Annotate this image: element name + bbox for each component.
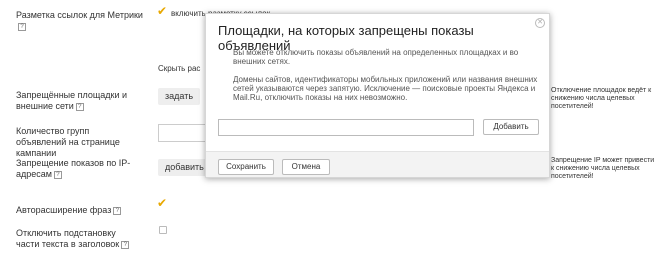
autoexpand-checkmark-icon[interactable]: ✔ xyxy=(157,197,167,209)
hide-link[interactable]: Скрыть рас xyxy=(158,64,200,73)
close-icon[interactable]: ✕ xyxy=(535,18,545,28)
help-icon[interactable]: ? xyxy=(121,240,130,249)
help-icon[interactable]: ? xyxy=(53,170,62,179)
add-ip-button[interactable]: добавить xyxy=(158,159,211,176)
help-icon[interactable]: ? xyxy=(18,22,26,31)
dialog-footer: Сохранить Отмена xyxy=(206,151,549,177)
cancel-button[interactable]: Отмена xyxy=(282,159,330,175)
blocked-platforms-dialog: Площадки, на которых запрещены показы об… xyxy=(205,13,550,178)
groups-count-input[interactable] xyxy=(158,124,208,142)
row-label-platforms: Запрещённые площадки и внешние сети? xyxy=(16,90,128,111)
row-label-ip: Запрещение показов по IP-адресам? xyxy=(16,158,131,179)
checkmark-icon[interactable]: ✔ xyxy=(157,5,167,17)
set-platforms-button[interactable]: задать xyxy=(158,88,201,105)
platforms-warning: Отключение площадок ведёт к снижению чис… xyxy=(551,87,652,110)
help-icon[interactable]: ? xyxy=(75,102,84,111)
row-label-autoexpand: Авторасширение фраз? xyxy=(16,205,122,216)
save-button[interactable]: Сохранить xyxy=(218,159,274,175)
title-substitution-checkbox[interactable] xyxy=(159,226,167,234)
row-label-title-substitution: Отключить подстановку части текста в заг… xyxy=(16,228,141,250)
help-icon[interactable]: ? xyxy=(113,206,122,215)
dialog-instructions: Домены сайтов, идентификаторы мобильных … xyxy=(233,75,538,102)
add-button[interactable]: Добавить xyxy=(483,119,539,135)
platforms-input[interactable] xyxy=(218,119,474,136)
row-label-metrika: Разметка ссылок для Метрики? xyxy=(16,10,143,31)
dialog-description: Вы можете отключить показы объявлений на… xyxy=(233,48,519,66)
row-label-groups: Количество групп объявлений на странице … xyxy=(16,126,120,158)
ip-warning: Запрещение IP может привести к снижению … xyxy=(551,157,655,180)
